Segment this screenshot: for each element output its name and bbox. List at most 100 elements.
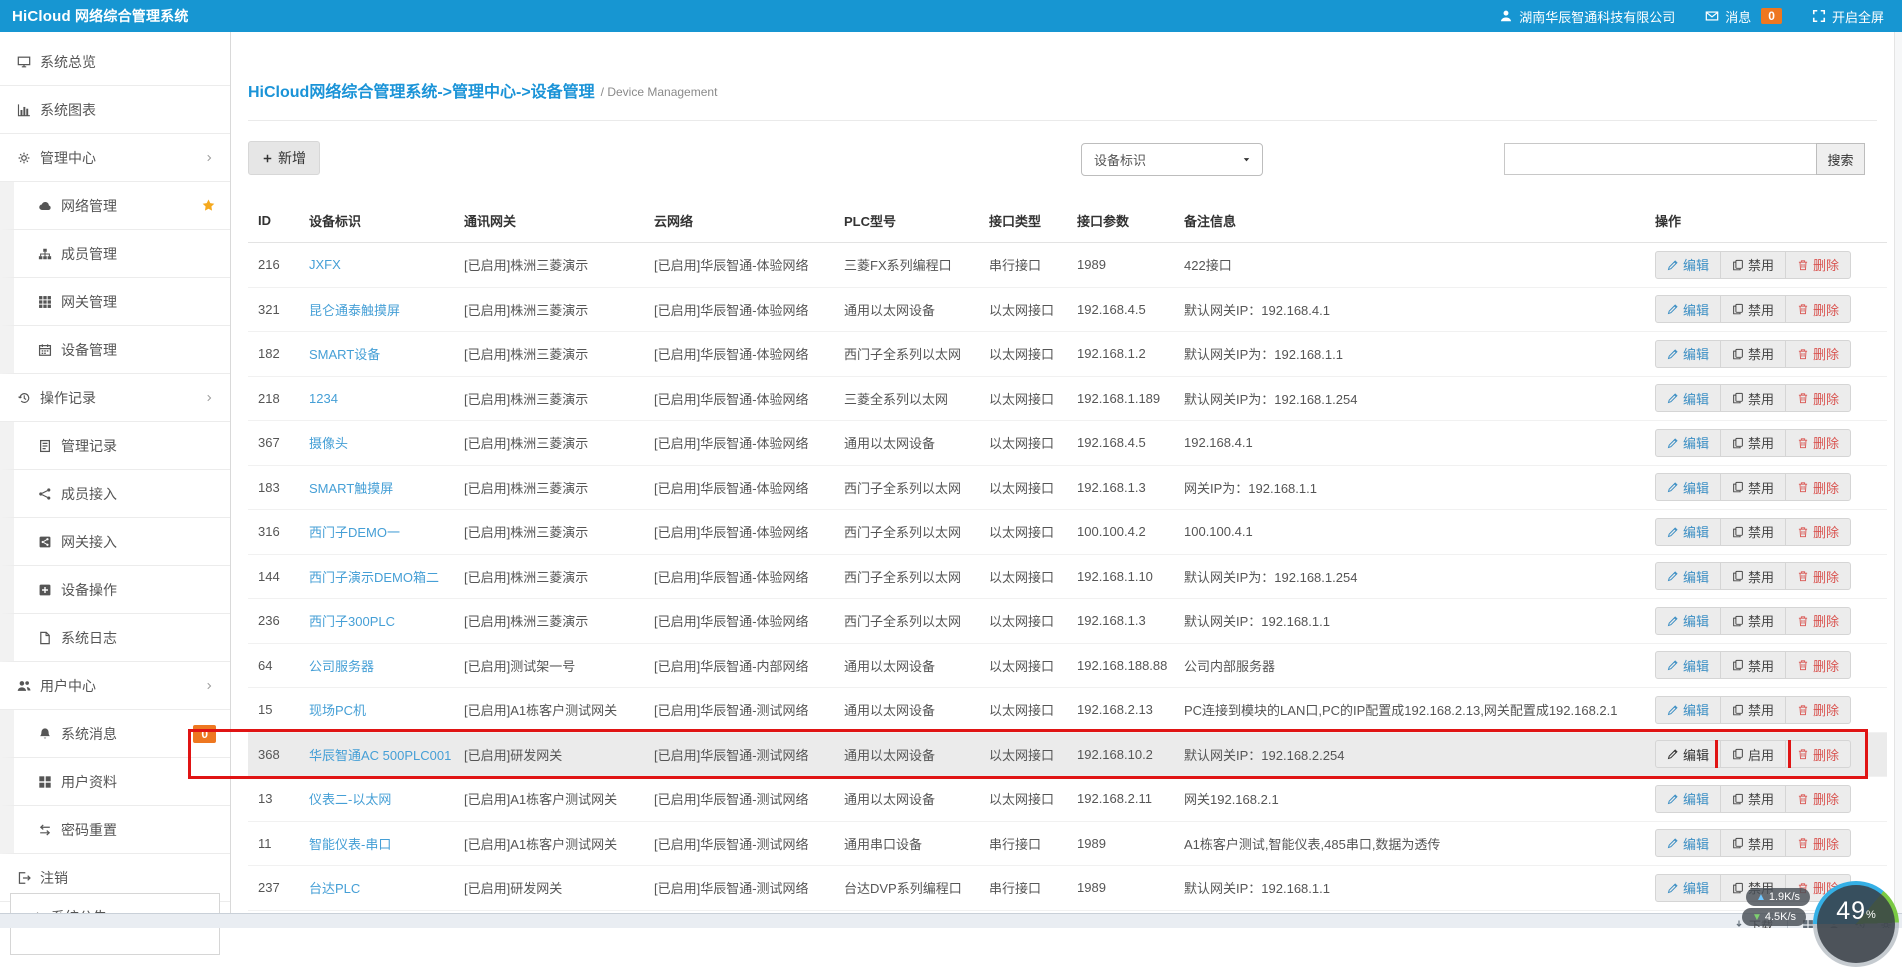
filter-field-select[interactable]: 设备标识 (1081, 143, 1263, 176)
edit-button[interactable]: 编辑 (1655, 740, 1722, 769)
disable-button[interactable]: 禁用 (1720, 384, 1787, 413)
disable-button[interactable]: 禁用 (1720, 250, 1787, 279)
delete-button[interactable]: 删除 (1785, 829, 1852, 858)
delete-button[interactable]: 删除 (1785, 651, 1852, 680)
disable-button[interactable]: 禁用 (1720, 651, 1787, 680)
cell-device-name: 智能仪表-串口 (303, 834, 458, 853)
delete-button[interactable]: 删除 (1785, 740, 1852, 769)
edit-icon (1667, 259, 1679, 271)
edit-button[interactable]: 编辑 (1655, 873, 1722, 902)
disable-button[interactable]: 禁用 (1720, 295, 1787, 324)
delete-button[interactable]: 删除 (1785, 695, 1852, 724)
disable-button[interactable]: 禁用 (1720, 695, 1787, 724)
toolbar: 新增 设备标识 搜索 (231, 134, 1902, 182)
sidebar-item-operation-records[interactable]: 操作记录 (0, 374, 230, 422)
delete-button[interactable]: 删除 (1785, 517, 1852, 546)
sidebar-item-device-management[interactable]: 设备管理 (0, 326, 230, 374)
cell-interface-type: 串行接口 (989, 258, 1042, 274)
sidebar-item-system-charts[interactable]: 系统图表 (0, 86, 230, 134)
disable-button[interactable]: 禁用 (1720, 562, 1787, 591)
device-name-link[interactable]: 1234 (309, 391, 338, 406)
scrollbar[interactable] (1894, 32, 1902, 928)
disable-button[interactable]: 禁用 (1720, 517, 1787, 546)
device-name-link[interactable]: 仪表二-以太网 (309, 792, 391, 807)
disable-button[interactable]: 禁用 (1720, 339, 1787, 368)
percent-value: 49 (1836, 897, 1867, 925)
edit-button[interactable]: 编辑 (1655, 829, 1722, 858)
enable-button[interactable]: 启用 (1715, 740, 1792, 769)
device-name-link[interactable]: 智能仪表-串口 (309, 837, 391, 852)
edit-button[interactable]: 编辑 (1655, 384, 1722, 413)
device-name-link[interactable]: 摄像头 (309, 436, 348, 451)
disable-button[interactable]: 禁用 (1720, 428, 1787, 457)
delete-button[interactable]: 删除 (1785, 428, 1852, 457)
exchange-icon (38, 823, 52, 837)
device-name-link[interactable]: 公司服务器 (309, 659, 374, 674)
delete-button[interactable]: 删除 (1785, 562, 1852, 591)
sidebar-item-network-management[interactable]: 网络管理 (0, 182, 230, 230)
sidebar-item-management-center[interactable]: 管理中心 (0, 134, 230, 182)
disable-button[interactable]: 禁用 (1720, 784, 1787, 813)
disable-button[interactable]: 禁用 (1720, 473, 1787, 502)
delete-button[interactable]: 删除 (1785, 384, 1852, 413)
sidebar-item-system-messages[interactable]: 系统消息 0 (0, 710, 230, 758)
edit-button[interactable]: 编辑 (1655, 651, 1722, 680)
table-row: 182 SMART设备 [已启用]株洲三菱演示 [已启用]华辰智通-体验网络 西门子全系… (248, 332, 1887, 377)
sidebar-item-user-profile[interactable]: 用户资料 (0, 758, 230, 806)
delete-button[interactable]: 删除 (1785, 295, 1852, 324)
edit-button[interactable]: 编辑 (1655, 517, 1722, 546)
company-menu[interactable]: 湖南华辰智通科技有限公司 (1499, 7, 1675, 26)
sidebar-item-member-access[interactable]: 成员接入 (0, 470, 230, 518)
device-name-link[interactable]: 华辰智通AC 500PLC001 (309, 748, 451, 763)
device-name-link[interactable]: SMART触摸屏 (309, 481, 393, 496)
device-name-link[interactable]: 西门子300PLC (309, 614, 395, 629)
edit-button[interactable]: 编辑 (1655, 784, 1722, 813)
search-input[interactable] (1504, 143, 1816, 175)
app-logo[interactable]: HiCloud 网络综合管理系统 (0, 6, 189, 26)
sidebar-item-gateway-access[interactable]: 网关接入 (0, 518, 230, 566)
delete-button[interactable]: 删除 (1785, 339, 1852, 368)
messages-count-badge: 0 (1761, 8, 1782, 24)
device-name-link[interactable]: JXFX (309, 257, 341, 272)
search-button[interactable]: 搜索 (1816, 143, 1865, 175)
disable-button[interactable]: 禁用 (1720, 829, 1787, 858)
resource-percentage-widget[interactable]: 49 % (1813, 881, 1899, 967)
delete-button[interactable]: 删除 (1785, 606, 1852, 635)
sidebar-item-system-overview[interactable]: 系统总览 (0, 38, 230, 86)
edit-button[interactable]: 编辑 (1655, 250, 1722, 279)
edit-button[interactable]: 编辑 (1655, 695, 1722, 724)
device-name-link[interactable]: 现场PC机 (309, 703, 366, 718)
edit-button[interactable]: 编辑 (1655, 562, 1722, 591)
delete-button[interactable]: 删除 (1785, 784, 1852, 813)
edit-button[interactable]: 编辑 (1655, 339, 1722, 368)
sidebar-item-device-operation[interactable]: 设备操作 (0, 566, 230, 614)
sidebar-item-system-logs[interactable]: 系统日志 (0, 614, 230, 662)
delete-button[interactable]: 删除 (1785, 250, 1852, 279)
sidebar-menu: 系统总览 系统图表 管理中心 网络管理 成员管理 网关管理 设备管理 操作记录 管理记录 成员接入… (0, 38, 230, 902)
fullscreen-button[interactable]: 开启全屏 (1812, 7, 1884, 26)
cell-plc-model: 通用以太网设备 (844, 658, 936, 674)
device-name-link[interactable]: 台达PLC (309, 881, 360, 896)
cell-plc-model: 通用以太网设备 (844, 747, 936, 763)
sidebar-item-user-center[interactable]: 用户中心 (0, 662, 230, 710)
add-device-button[interactable]: 新增 (248, 141, 320, 175)
sidebar-item-password-reset[interactable]: 密码重置 (0, 806, 230, 854)
disable-button[interactable]: 禁用 (1720, 606, 1787, 635)
sidebar-item-member-management[interactable]: 成员管理 (0, 230, 230, 278)
edit-button[interactable]: 编辑 (1655, 428, 1722, 457)
device-name-link[interactable]: 西门子演示DEMO箱二 (309, 570, 439, 585)
page-title: HiCloud网络综合管理系统->管理中心->设备管理 (248, 84, 595, 101)
delete-button[interactable]: 删除 (1785, 473, 1852, 502)
device-name-link[interactable]: 西门子DEMO一 (309, 525, 400, 540)
cell-device-name: SMART设备 (303, 344, 458, 363)
edit-button[interactable]: 编辑 (1655, 473, 1722, 502)
sidebar-item-label: 系统日志 (61, 629, 117, 646)
messages-menu[interactable]: 消息 0 (1705, 7, 1782, 26)
device-name-link[interactable]: 昆仑通泰触摸屏 (309, 303, 400, 318)
edit-button[interactable]: 编辑 (1655, 606, 1722, 635)
sidebar-item-gateway-management[interactable]: 网关管理 (0, 278, 230, 326)
edit-button[interactable]: 编辑 (1655, 295, 1722, 324)
column-header: 备注信息 (1184, 213, 1237, 229)
device-name-link[interactable]: SMART设备 (309, 347, 380, 362)
sidebar-item-management-records[interactable]: 管理记录 (0, 422, 230, 470)
